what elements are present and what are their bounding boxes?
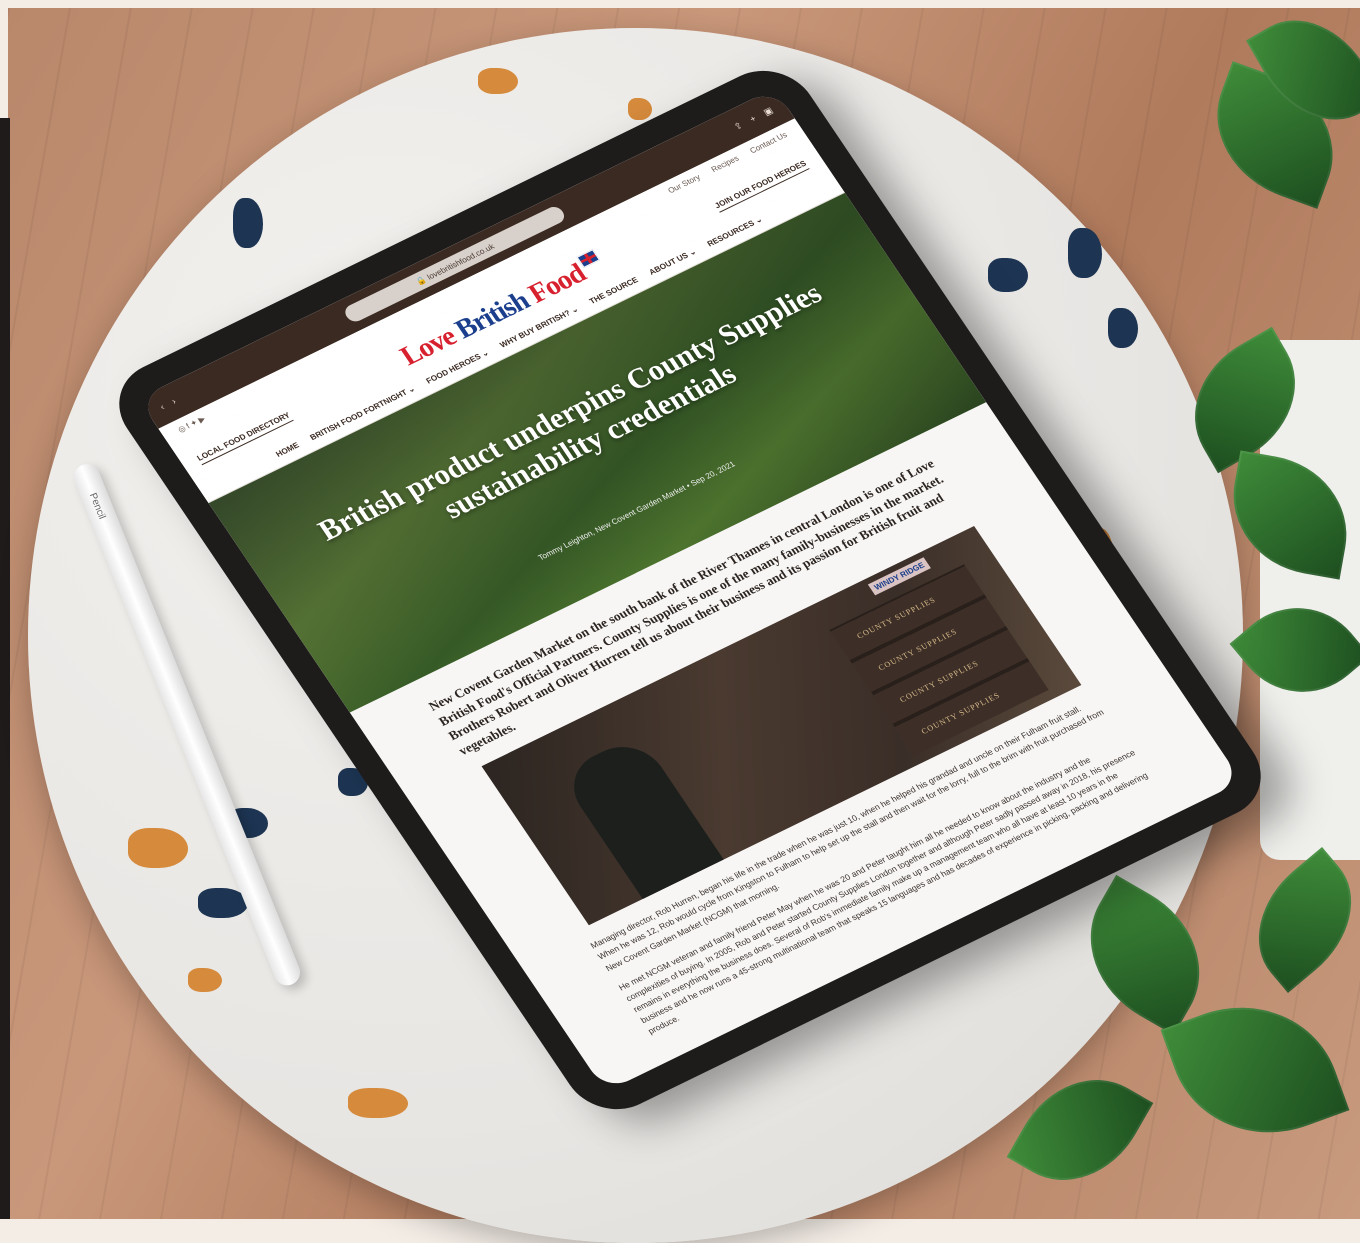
photo-boxes: COUNTY SUPPLIES COUNTY SUPPLIES COUNTY S…	[829, 564, 1049, 756]
pencil-label: Pencil	[86, 491, 108, 521]
nav-home[interactable]: HOME	[274, 441, 301, 459]
photo-box-label: COUNTY SUPPLIES	[898, 659, 981, 705]
tabs-icon[interactable]: ▣	[761, 105, 775, 118]
terrazzo-chip	[628, 98, 652, 120]
terrazzo-chip	[128, 828, 188, 868]
new-tab-icon[interactable]: +	[748, 113, 758, 124]
terrazzo-chip	[1068, 228, 1102, 278]
back-icon[interactable]: ‹	[158, 402, 166, 412]
dark-edge	[0, 118, 10, 1219]
forward-icon[interactable]: ›	[170, 396, 178, 406]
terrazzo-chip	[233, 198, 263, 248]
terrazzo-chip	[188, 968, 222, 992]
photo-box-label: COUNTY SUPPLIES	[919, 690, 1003, 737]
terrazzo-chip	[348, 1088, 408, 1118]
union-flag-heart-icon	[576, 249, 600, 268]
photo-person	[558, 734, 724, 900]
terrazzo-chip	[1108, 308, 1138, 348]
photo-box-label: COUNTY SUPPLIES	[876, 627, 960, 673]
terrazzo-chip	[988, 258, 1028, 292]
terrazzo-chip	[478, 68, 518, 94]
photo-box-label: COUNTY SUPPLIES	[855, 595, 938, 641]
share-icon[interactable]: ⇪	[732, 120, 745, 133]
